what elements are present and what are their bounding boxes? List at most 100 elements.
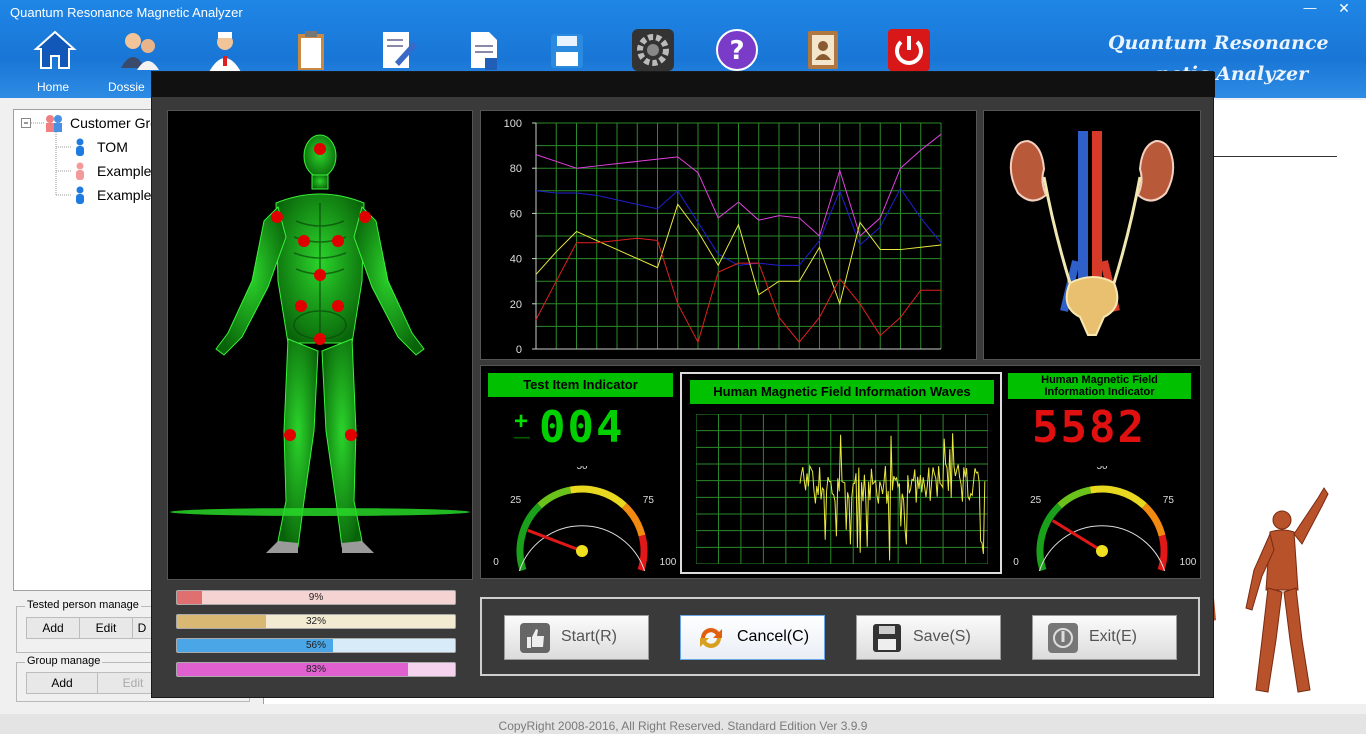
tested-person-add-button[interactable]: Add (26, 617, 80, 639)
wave-title: Human Magnetic Field Information Waves (690, 380, 994, 404)
progress-label-2: 32% (305, 616, 326, 627)
gauge-hub (1096, 545, 1108, 557)
tree-person-icon-tom (76, 138, 84, 156)
save-button[interactable]: Save(S) (856, 615, 1001, 660)
chart-y-tick-label: 80 (510, 163, 522, 175)
gauge-tick-label: 75 (643, 495, 655, 506)
progress-bar-3: 56% (176, 638, 456, 653)
gear-icon (632, 29, 674, 71)
body-scan-panel (167, 110, 473, 580)
floppy-icon (873, 624, 901, 652)
resonance-line-chart: 0 20 40 60 80 100 (504, 118, 942, 356)
organ-image-panel (983, 110, 1201, 360)
cancel-button[interactable]: Cancel(C) (680, 615, 825, 660)
progress-bar-4: 83% (176, 662, 456, 677)
chart-y-tick-label: 40 (510, 254, 522, 266)
start-button[interactable]: Start(R) (504, 615, 649, 660)
magnetic-wave-graph (696, 414, 988, 564)
content-divider (1212, 156, 1337, 157)
help-icon: ? (716, 29, 758, 71)
line-chart-panel: 0 20 40 60 80 100 (480, 110, 977, 360)
group-add-button[interactable]: Add (26, 672, 98, 694)
tree-person-icon-example-2 (76, 186, 84, 204)
chart-grid (535, 122, 942, 350)
test-item-digits: 004 (539, 402, 625, 453)
chart-y-tick-label: 20 (510, 299, 522, 311)
tree-item-example-2[interactable]: Example (97, 187, 151, 203)
tested-person-delete-button[interactable]: D (132, 617, 152, 639)
start-button-label: Start(R) (561, 628, 617, 645)
magnetic-field-title-line2: Information Indicator (1044, 386, 1155, 398)
minimize-button[interactable]: — (1296, 0, 1324, 20)
app-window: Quantum Resonance Magnetic Analyzer — ✕ … (0, 0, 1366, 734)
window-title: Quantum Resonance Magnetic Analyzer (10, 5, 243, 20)
test-item-gauge: 0 25 50 75 100 (493, 466, 677, 571)
chart-y-tick-label: 100 (504, 118, 522, 130)
exit-button[interactable]: Exit(E) (1032, 615, 1177, 660)
gauge-tick-label: 0 (493, 557, 499, 568)
progress-label-3: 56% (305, 640, 326, 651)
gauge-needle (527, 528, 583, 553)
gauge-tick-label: 50 (576, 466, 588, 472)
magnetic-field-gauge: 0 25 50 75 100 (1013, 466, 1197, 571)
thumb-up-icon (520, 623, 550, 653)
gauge-tick-label: 75 (1163, 495, 1175, 506)
document-icon (471, 32, 497, 70)
save-button-label: Save(S) (913, 628, 971, 645)
body-floor-glow (170, 508, 470, 516)
brand-text-line1: Quantum Resonance (1108, 32, 1329, 54)
gauge-segment (569, 485, 627, 509)
magnetic-field-title-line1: Human Magnetic Field (1041, 374, 1158, 386)
analyzer-dialog-header (152, 72, 1215, 97)
tree-root-label[interactable]: Customer Gro (70, 115, 158, 131)
exit-icon (1048, 623, 1078, 653)
progress-label-4: 83% (305, 664, 326, 675)
progress-label-1: 9% (308, 592, 324, 603)
tested-person-edit-button[interactable]: Edit (79, 617, 133, 639)
toolbar-home-label: Home (36, 80, 69, 94)
customer-group-icon (46, 115, 62, 132)
action-buttons-panel: Start(R) Cancel(C) Save(S) Exit(E) (480, 597, 1200, 676)
gauge-tick-label: 100 (1180, 557, 1197, 568)
gauge-tick-label: 50 (1096, 466, 1108, 472)
doctor-icon (209, 32, 241, 72)
gauge-tick-label: 0 (1013, 557, 1019, 568)
tree-item-tom[interactable]: TOM (97, 139, 128, 155)
muscle-figure-image (1210, 487, 1329, 693)
indicators-panel: Test Item Indicator + — 004 0 25 50 75 100 H… (480, 365, 1201, 579)
gauge-segment (1036, 503, 1063, 571)
home-icon (33, 30, 77, 69)
copyright-text: CopyRight 2008-2016, All Right Reserved.… (498, 719, 868, 733)
body-scan-figure (170, 134, 470, 553)
contacts-book-icon (808, 31, 838, 69)
test-item-indicator-title: Test Item Indicator (488, 373, 673, 397)
gauge-segment (1089, 485, 1147, 509)
gauge-segment (516, 503, 543, 571)
close-window-button[interactable]: ✕ (1330, 0, 1358, 20)
group-manage-label: Group manage (25, 655, 103, 667)
toolbar-home-button[interactable]: Home (20, 28, 86, 94)
cancel-button-label: Cancel(C) (737, 628, 810, 645)
power-icon (888, 29, 930, 71)
gauge-segment (1057, 486, 1092, 509)
tree-item-example-1[interactable]: Example (97, 163, 151, 179)
wave-panel: Human Magnetic Field Information Waves (680, 372, 1002, 574)
chart-y-tick-label: 0 (516, 344, 522, 356)
progress-bar-1: 9% (176, 590, 456, 605)
gauge-tick-label: 25 (1030, 495, 1042, 506)
gauge-tick-label: 25 (510, 495, 522, 506)
svg-text:?: ? (729, 36, 744, 66)
kidney-urinary-image (1009, 131, 1175, 336)
test-item-minus: — (514, 429, 530, 446)
magnetic-field-indicator-title: Human Magnetic Field Information Indicat… (1008, 373, 1191, 399)
gauge-segment (1141, 503, 1166, 537)
exit-button-label: Exit(E) (1089, 628, 1137, 645)
gauge-tick-label: 100 (660, 557, 677, 568)
magnetic-field-digits: 5582 (1032, 402, 1146, 453)
progress-bar-2: 32% (176, 614, 456, 629)
edit-document-icon (383, 32, 417, 68)
gauge-needle (1051, 519, 1103, 553)
save-icon (551, 34, 583, 68)
users-icon (121, 33, 159, 70)
tree-person-icon-example-1 (76, 162, 84, 180)
